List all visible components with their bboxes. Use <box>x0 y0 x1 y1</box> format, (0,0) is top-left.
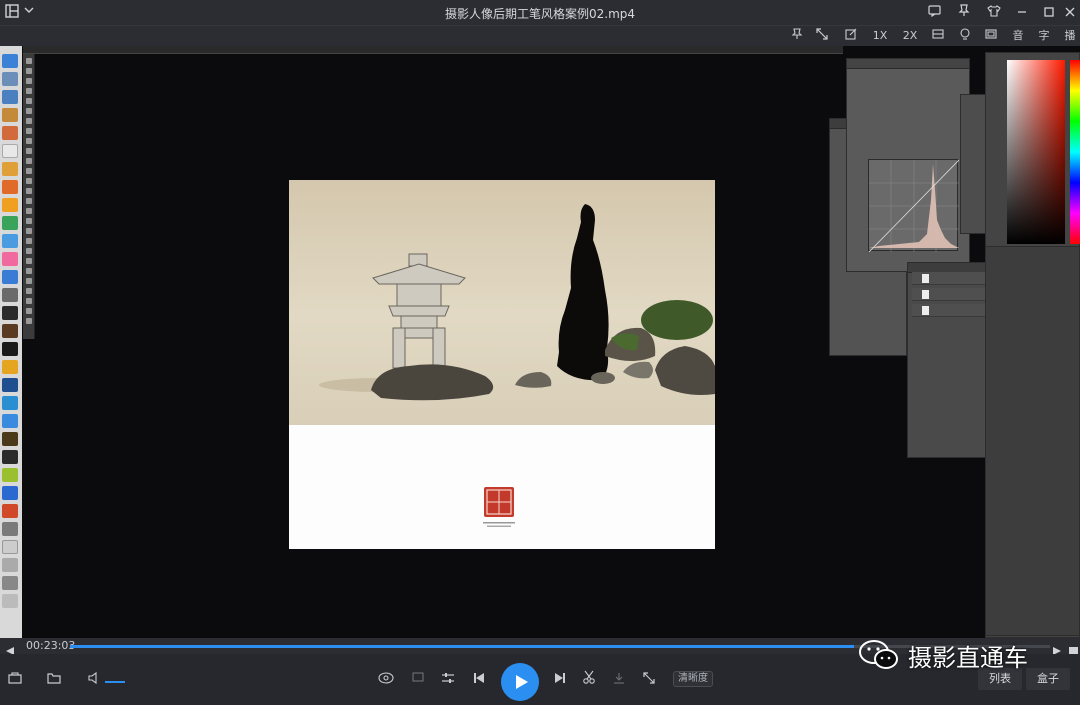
skin-icon[interactable] <box>985 4 1003 22</box>
player-toolbar: 1X 2X 音 字 播 <box>0 25 1080 46</box>
artist-seal <box>484 487 514 517</box>
desktop-dock <box>0 46 22 638</box>
audio-track-button[interactable]: 音 <box>1010 28 1026 44</box>
screen-ratio-icon[interactable] <box>930 28 946 44</box>
folder-icon[interactable] <box>45 670 63 690</box>
expand-icon[interactable] <box>641 670 657 690</box>
play-button[interactable] <box>501 663 539 701</box>
equalizer-icon[interactable] <box>439 670 457 690</box>
top-pin-icon[interactable] <box>789 28 805 44</box>
prev-icon[interactable] <box>471 670 487 690</box>
maximize-icon[interactable] <box>1040 4 1058 22</box>
subtitle-disabled-icon <box>410 670 426 690</box>
box-button[interactable]: 盒子 <box>1026 668 1070 690</box>
message-icon[interactable] <box>925 4 943 22</box>
ps-document-canvas <box>289 180 715 549</box>
window-title: 摄影人像后期工笔风格案例02.mp4 <box>444 7 636 21</box>
speed-1x-button[interactable]: 1X <box>870 28 890 44</box>
ps-ruler <box>23 46 843 54</box>
progress-fill <box>70 645 854 648</box>
minimize-icon[interactable] <box>1013 4 1031 22</box>
photo-artwork <box>289 180 715 425</box>
video-frame[interactable] <box>0 46 1080 638</box>
volume-slider[interactable] <box>105 681 125 683</box>
seal-caption <box>479 522 519 528</box>
pin-icon[interactable] <box>955 4 973 22</box>
title-bar: 摄影人像后期工笔风格案例02.mp4 <box>0 0 1080 25</box>
ps-curves-histogram <box>868 159 960 253</box>
close-icon[interactable] <box>1061 4 1079 22</box>
watermark-text: 摄影直通车 <box>908 643 1028 672</box>
ps-tool-panel <box>23 54 35 339</box>
ps-color-picker <box>1007 60 1065 244</box>
fullscreen-icon[interactable] <box>814 28 830 44</box>
elapsed-time: 00:23:03 <box>26 639 76 652</box>
speed-2x-button[interactable]: 2X <box>900 28 920 44</box>
next-icon[interactable] <box>552 670 568 690</box>
download-icon <box>611 670 627 690</box>
bulb-icon[interactable] <box>957 28 973 44</box>
ps-right-lower-panel <box>985 246 1080 636</box>
picture-icon[interactable] <box>983 28 999 44</box>
ps-hue-slider <box>1070 60 1080 244</box>
edit-icon[interactable] <box>843 28 859 44</box>
quality-button[interactable]: 清晰度 <box>673 671 713 687</box>
3d-view-icon[interactable] <box>377 670 395 690</box>
volume-icon[interactable] <box>86 670 102 690</box>
video-player-window: 摄影人像后期工笔风格案例02.mp4 1X 2X 音 字 播 00:23:03 … <box>0 0 1080 705</box>
subtitle-button[interactable]: 字 <box>1036 28 1052 44</box>
capture-button[interactable]: 播 <box>1062 28 1078 44</box>
scissors-icon[interactable] <box>580 670 598 690</box>
watermark: 摄影直通车 <box>858 635 1028 675</box>
open-file-icon[interactable] <box>6 670 24 690</box>
wechat-icon <box>858 638 900 672</box>
